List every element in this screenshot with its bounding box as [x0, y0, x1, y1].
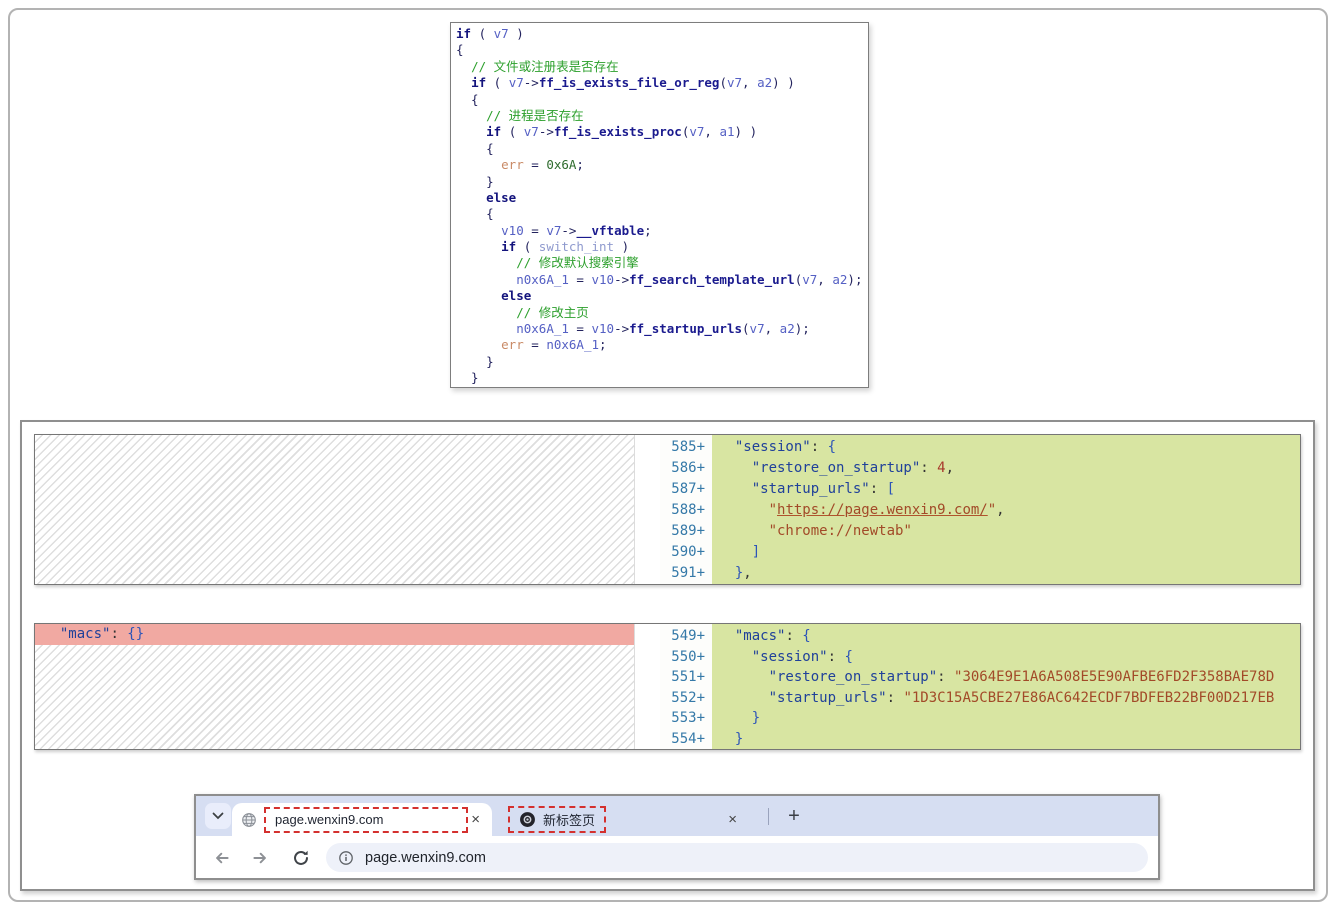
diff-missing-block	[35, 435, 634, 584]
diff-added-line: "macs": {	[718, 626, 1300, 647]
diff-added-line: "restore_on_startup": 4,	[718, 458, 1300, 479]
diff-line-numbers: 549+550+551+552+553+554+	[660, 624, 712, 749]
diff-line-number: 553+	[660, 708, 705, 729]
diff-line-number: 586+	[660, 458, 705, 479]
code-line: {	[456, 141, 863, 157]
info-circle-icon	[338, 850, 354, 866]
diff-line-number: 552+	[660, 688, 705, 709]
code-line: n0x6A_1 = v10->ff_search_template_url(v7…	[456, 272, 863, 288]
chevron-down-icon	[212, 807, 224, 825]
code-line: err = 0x6A;	[456, 157, 863, 173]
code-line: // 进程是否存在	[456, 108, 863, 124]
diff-line-number: 591+	[660, 563, 705, 584]
code-line: if ( v7 )	[456, 26, 863, 42]
code-line: if ( switch_int )	[456, 239, 863, 255]
code-line: // 修改主页	[456, 305, 863, 321]
code-line: // 修改默认搜索引擎	[456, 255, 863, 271]
diff-added-line: "https://page.wenxin9.com/",	[718, 500, 1300, 521]
diff-added-line: "startup_urls": "1D3C15A5CBE27E86AC642EC…	[718, 688, 1300, 709]
code-line: }	[456, 174, 863, 190]
browser-toolbar: page.wenxin9.com	[196, 836, 1158, 878]
diff-added-lines: "session": { "restore_on_startup": 4, "s…	[712, 435, 1300, 584]
tab-title: page.wenxin9.com	[275, 812, 383, 827]
browser-screenshot: page.wenxin9.com × 新标签页 ×	[194, 794, 1160, 880]
code-line: {	[456, 42, 863, 58]
diff-line-number: 585+	[660, 437, 705, 458]
tab-title: 新标签页	[543, 810, 595, 829]
diff-line-number: 554+	[660, 729, 705, 750]
diff-added-line: "startup_urls": [	[718, 479, 1300, 500]
diff-panel-macs: "macs": {} 549+550+551+552+553+554+ "mac…	[34, 623, 1301, 750]
code-line: err = n0x6A_1;	[456, 337, 863, 353]
dark-spiral-logo-icon	[519, 811, 536, 828]
diff-removed-line: "macs": {}	[35, 624, 634, 645]
code-line: {	[456, 92, 863, 108]
diff-added-line: }	[718, 708, 1300, 729]
diff-line-number: 549+	[660, 626, 705, 647]
code-line: if ( v7->ff_is_exists_proc(v7, a1) )	[456, 124, 863, 140]
diff-added-line: "restore_on_startup": "3064E9E1A6A508E5E…	[718, 667, 1300, 688]
code-line: else	[456, 190, 863, 206]
code-line: {	[456, 206, 863, 222]
back-button[interactable]	[213, 849, 231, 867]
reload-button[interactable]	[292, 849, 310, 867]
code-line: }	[456, 354, 863, 370]
address-bar[interactable]: page.wenxin9.com	[326, 843, 1148, 872]
address-text: page.wenxin9.com	[365, 850, 486, 866]
annotation-box-tab2: 新标签页	[508, 806, 606, 833]
new-tab-button[interactable]: +	[782, 804, 806, 828]
diff-line-number: 590+	[660, 542, 705, 563]
code-line: if ( v7->ff_is_exists_file_or_reg(v7, a2…	[456, 75, 863, 91]
tab-page-wenxin9[interactable]: page.wenxin9.com ×	[232, 803, 492, 836]
diff-missing-block	[35, 645, 634, 750]
forward-button[interactable]	[251, 849, 269, 867]
diff-added-line: "session": {	[718, 647, 1300, 668]
tab-close-button[interactable]: ×	[468, 811, 483, 828]
diff-left-pane: "macs": {}	[35, 624, 635, 749]
globe-icon	[241, 812, 257, 828]
diff-added-line: "session": {	[718, 437, 1300, 458]
code-line: n0x6A_1 = v10->ff_startup_urls(v7, a2);	[456, 321, 863, 337]
diff-added-line: }	[718, 729, 1300, 750]
tab-search-button[interactable]	[205, 803, 231, 829]
diff-pane-margin	[635, 624, 660, 749]
code-line: v10 = v7->__vftable;	[456, 223, 863, 239]
evidence-container: 585+586+587+588+589+590+591+ "session": …	[20, 420, 1315, 891]
diff-added-line: "chrome://newtab"	[718, 521, 1300, 542]
diff-line-numbers: 585+586+587+588+589+590+591+	[660, 435, 712, 584]
annotation-box-tab1: page.wenxin9.com	[264, 807, 468, 833]
tab-close-button[interactable]: ×	[725, 811, 740, 828]
diff-line-number: 588+	[660, 500, 705, 521]
code-line: else	[456, 288, 863, 304]
diff-line-number: 550+	[660, 647, 705, 668]
diff-line-number: 589+	[660, 521, 705, 542]
diff-line-number: 587+	[660, 479, 705, 500]
diff-added-line: ]	[718, 542, 1300, 563]
diff-pane-margin	[635, 435, 660, 584]
diff-added-lines: "macs": { "session": { "restore_on_start…	[712, 624, 1300, 749]
browser-tabstrip: page.wenxin9.com × 新标签页 ×	[196, 796, 1158, 836]
code-line: }	[456, 370, 863, 386]
diff-line-number: 551+	[660, 667, 705, 688]
decompiler-code-box: if ( v7 ){ // 文件或注册表是否存在 if ( v7->ff_is_…	[450, 22, 869, 388]
diff-left-pane	[35, 435, 635, 584]
diff-added-line: },	[718, 563, 1300, 584]
tab-new-tab-page[interactable]: 新标签页 ×	[496, 803, 754, 836]
tab-separator	[768, 808, 769, 825]
diff-panel-preferences: 585+586+587+588+589+590+591+ "session": …	[34, 434, 1301, 585]
code-line: // 文件或注册表是否存在	[456, 59, 863, 75]
